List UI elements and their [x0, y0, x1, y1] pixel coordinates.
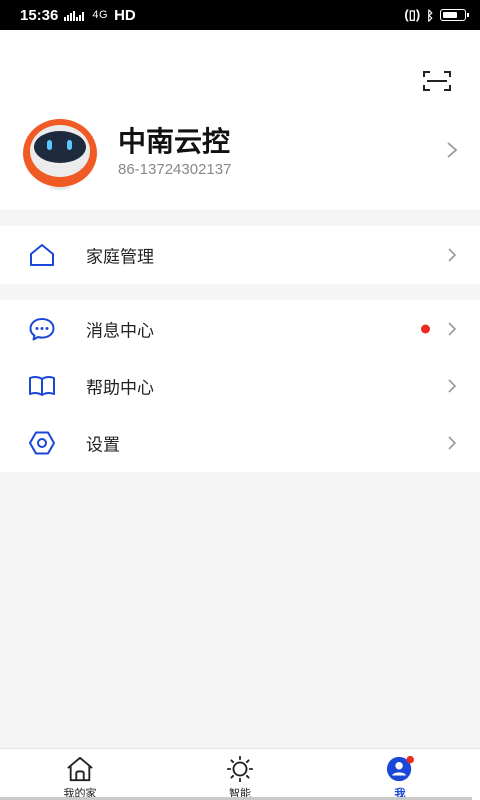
hexagon-settings-icon — [29, 431, 55, 454]
scan-icon[interactable] — [422, 70, 452, 92]
chat-bubble-icon — [29, 317, 55, 340]
battery-icon — [440, 9, 469, 21]
profile-section[interactable]: 中南云控 86-13724302137 — [0, 115, 480, 205]
tab-smart[interactable]: 智能 — [160, 749, 320, 800]
bluetooth-icon: ᛒ — [426, 7, 434, 23]
sun-icon — [226, 755, 254, 783]
profile-icon — [386, 755, 414, 782]
status-time: 15:36 — [20, 6, 59, 24]
notification-badge — [421, 324, 430, 333]
menu-item-home-management[interactable]: 家庭管理 — [0, 226, 480, 283]
menu-item-label: 帮助中心 — [86, 378, 154, 398]
menu-item-settings[interactable]: 设置 — [0, 414, 480, 471]
chevron-right-icon — [447, 142, 458, 158]
chevron-right-icon — [448, 435, 457, 450]
menu-list-card: 消息中心 帮助中心 设置 — [0, 300, 480, 472]
menu-item-help-center[interactable]: 帮助中心 — [0, 357, 480, 414]
home-management-card: 家庭管理 — [0, 226, 480, 284]
status-right: (▯) ᛒ — [404, 7, 469, 23]
house-icon — [30, 243, 54, 266]
book-icon — [29, 375, 55, 396]
menu-item-label: 消息中心 — [86, 321, 154, 341]
avatar — [23, 119, 97, 190]
tab-my-home[interactable]: 我的家 — [0, 749, 160, 800]
profile-header: 中南云控 86-13724302137 — [0, 30, 480, 210]
chevron-right-icon — [448, 378, 457, 393]
status-bar: 15:36 4G HD (▯) ᛒ — [0, 0, 480, 30]
menu-item-label: 设置 — [86, 435, 120, 455]
menu-item-message-center[interactable]: 消息中心 — [0, 300, 480, 357]
vibrate-icon: (▯) — [404, 7, 421, 22]
chevron-right-icon — [448, 247, 457, 262]
chevron-right-icon — [448, 321, 457, 336]
network-type: 4G — [92, 9, 109, 21]
status-left: 15:36 4G HD — [20, 7, 136, 24]
hd-indicator: HD — [114, 6, 136, 24]
tab-me[interactable]: 我 — [320, 749, 480, 800]
signal-icon — [64, 11, 85, 21]
profile-name: 中南云控 — [118, 125, 231, 158]
menu-item-label: 家庭管理 — [86, 247, 154, 267]
bottom-tab-bar: 我的家 智能 我 — [0, 748, 480, 800]
profile-phone: 86-13724302137 — [118, 161, 232, 178]
home-icon — [67, 756, 93, 782]
